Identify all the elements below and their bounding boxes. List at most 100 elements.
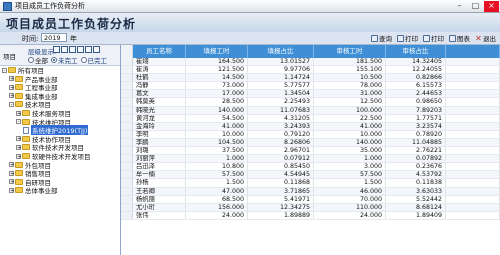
value-cell: 3.23574 bbox=[386, 122, 446, 130]
radio-dot bbox=[28, 57, 34, 63]
expand-icon[interactable]: + bbox=[9, 93, 14, 99]
value-cell: 3.000 bbox=[314, 163, 386, 171]
row-indicator[interactable] bbox=[121, 114, 133, 122]
row-indicator[interactable] bbox=[121, 82, 133, 90]
row-indicator[interactable] bbox=[121, 98, 133, 106]
value-cell: 0.11868 bbox=[248, 179, 314, 187]
expand-icon[interactable]: + bbox=[9, 162, 14, 168]
column-header-approved-ratio[interactable]: 审核占比 bbox=[386, 45, 446, 58]
row-indicator[interactable] bbox=[121, 211, 133, 219]
chart-button[interactable]: 图表 bbox=[449, 33, 470, 43]
table-row[interactable]: 杜鹤 14.500 1.14724 10.500 0.82866 bbox=[121, 74, 500, 83]
row-indicator[interactable] bbox=[121, 179, 133, 187]
table-row[interactable]: 葛文 17.000 1.34504 31.000 2.44653 bbox=[121, 90, 500, 99]
row-indicator[interactable] bbox=[121, 106, 133, 114]
table-row[interactable]: 李明 10.000 0.79120 10.000 0.78920 bbox=[121, 130, 500, 139]
expand-icon[interactable]: + bbox=[9, 187, 14, 193]
row-indicator[interactable] bbox=[121, 147, 133, 155]
column-header-reported-ratio[interactable]: 填报占比 bbox=[248, 45, 314, 58]
row-indicator[interactable] bbox=[121, 58, 133, 66]
table-row[interactable]: 黄河龙 54.500 4.31205 22.500 1.77571 bbox=[121, 114, 500, 123]
table-row[interactable]: 牟一楠 57.500 4.54945 57.500 4.53792 bbox=[121, 171, 500, 180]
radio-finished[interactable]: 已完工 bbox=[80, 55, 107, 65]
expand-icon[interactable]: + bbox=[9, 170, 14, 176]
row-indicator[interactable] bbox=[121, 163, 133, 171]
table-row[interactable]: 吕迅泽 10.800 0.85450 3.000 0.23676 bbox=[121, 163, 500, 172]
level-6-icon[interactable] bbox=[93, 46, 100, 53]
collapse-icon[interactable]: - bbox=[16, 119, 21, 125]
row-indicator[interactable] bbox=[121, 90, 133, 98]
expand-icon[interactable]: + bbox=[16, 136, 21, 142]
level-4-icon[interactable] bbox=[77, 46, 84, 53]
expand-icon[interactable]: + bbox=[9, 179, 14, 185]
row-indicator[interactable] bbox=[121, 66, 133, 74]
row-indicator[interactable] bbox=[121, 155, 133, 163]
minimize-button[interactable]: – bbox=[452, 1, 467, 12]
table-row[interactable]: 韩莫英 28.500 2.25493 12.500 0.98650 bbox=[121, 98, 500, 107]
level-1-icon[interactable] bbox=[53, 46, 60, 53]
table-row[interactable]: 孙杨 1.500 0.11868 1.500 0.11838 bbox=[121, 179, 500, 188]
table-row[interactable]: 刘璐 37.500 2.96701 35.000 2.76221 bbox=[121, 147, 500, 156]
expand-icon[interactable]: + bbox=[16, 153, 21, 159]
table-row[interactable]: 崔涛 121.500 9.97706 155.100 12.24055 bbox=[121, 66, 500, 75]
print-button[interactable]: 打印 bbox=[423, 33, 444, 43]
query-button[interactable]: 查询 bbox=[371, 33, 392, 43]
table-row[interactable]: 刘丽萍 1.000 0.07912 1.000 0.07892 bbox=[121, 155, 500, 164]
value-cell: 140.000 bbox=[186, 106, 248, 114]
maximize-button[interactable]: □ bbox=[468, 1, 483, 12]
radio-unfinished[interactable]: 未完工 bbox=[51, 55, 78, 65]
value-cell: 57.500 bbox=[314, 171, 386, 179]
expand-icon[interactable]: + bbox=[16, 110, 21, 116]
row-indicator[interactable] bbox=[121, 171, 133, 179]
row-indicator[interactable] bbox=[121, 187, 133, 195]
table-row[interactable]: 崔翊 164.500 13.01527 181.500 14.32405 bbox=[121, 58, 500, 67]
collapse-icon[interactable]: - bbox=[2, 67, 7, 73]
table-row[interactable]: 金海玲 41.000 3.24393 41.000 3.23574 bbox=[121, 122, 500, 131]
value-cell: 0.79120 bbox=[248, 130, 314, 138]
radio-all[interactable]: 全部 bbox=[28, 55, 48, 65]
row-indicator[interactable] bbox=[121, 195, 133, 203]
column-header-approved-hours[interactable]: 审核工时 bbox=[314, 45, 386, 58]
table-row[interactable]: 张伟 24.000 1.89889 24.000 1.89409 bbox=[121, 211, 500, 220]
folder-icon bbox=[15, 84, 23, 91]
value-cell: 4.53792 bbox=[386, 171, 446, 179]
value-cell: 0.78920 bbox=[386, 130, 446, 138]
value-cell: 0.85450 bbox=[248, 163, 314, 171]
table-row[interactable]: 李鹏 104.500 8.26806 140.000 11.04885 bbox=[121, 138, 500, 148]
value-cell: 2.44653 bbox=[386, 90, 446, 98]
expand-icon[interactable]: + bbox=[9, 84, 14, 90]
value-cell: 100.000 bbox=[314, 106, 386, 114]
column-header-name[interactable]: 员工名称 bbox=[133, 45, 186, 58]
employee-name-cell: 孙杨 bbox=[133, 179, 186, 187]
value-cell: 11.04885 bbox=[386, 138, 446, 147]
row-indicator[interactable] bbox=[121, 74, 133, 82]
row-indicator[interactable] bbox=[121, 203, 133, 211]
exit-button[interactable]: ✕ 退出 bbox=[475, 33, 496, 43]
level-5-icon[interactable] bbox=[85, 46, 92, 53]
table-row[interactable]: 尤小珩 156.000 12.34275 110.000 8.68124 bbox=[121, 203, 500, 212]
tree-node[interactable]: + 总体事业部 bbox=[9, 186, 58, 195]
expand-icon[interactable]: + bbox=[16, 144, 21, 150]
level-3-icon[interactable] bbox=[69, 46, 76, 53]
table-row[interactable]: 杨帆丽 68.500 5.41971 70.000 5.52442 bbox=[121, 195, 500, 204]
row-indicator[interactable] bbox=[121, 138, 133, 147]
empty-cell bbox=[446, 98, 500, 106]
value-cell: 31.000 bbox=[314, 90, 386, 98]
collapse-icon[interactable]: - bbox=[9, 101, 14, 107]
column-header-reported-hours[interactable]: 填报工时 bbox=[186, 45, 248, 58]
folder-icon bbox=[8, 67, 16, 73]
value-cell: 1.500 bbox=[186, 179, 248, 187]
table-row[interactable]: 冯静 73.000 5.77577 78.000 6.15573 bbox=[121, 82, 500, 91]
print-setup-button[interactable]: 打印 bbox=[397, 33, 418, 43]
level-2-icon[interactable] bbox=[61, 46, 68, 53]
expand-icon[interactable]: + bbox=[9, 76, 14, 82]
employee-name-cell: 韩莫英 bbox=[133, 98, 186, 106]
table-row[interactable]: 王若卿 47.000 3.71865 46.000 3.63033 bbox=[121, 187, 500, 196]
year-field[interactable]: 2019 bbox=[41, 33, 67, 42]
close-button[interactable]: × bbox=[484, 1, 499, 12]
page-setup-icon bbox=[397, 34, 404, 42]
row-indicator[interactable] bbox=[121, 122, 133, 130]
empty-cell bbox=[446, 82, 500, 90]
table-row[interactable]: 韩晓光 140.000 11.07683 100.000 7.89203 bbox=[121, 106, 500, 115]
row-indicator[interactable] bbox=[121, 130, 133, 138]
